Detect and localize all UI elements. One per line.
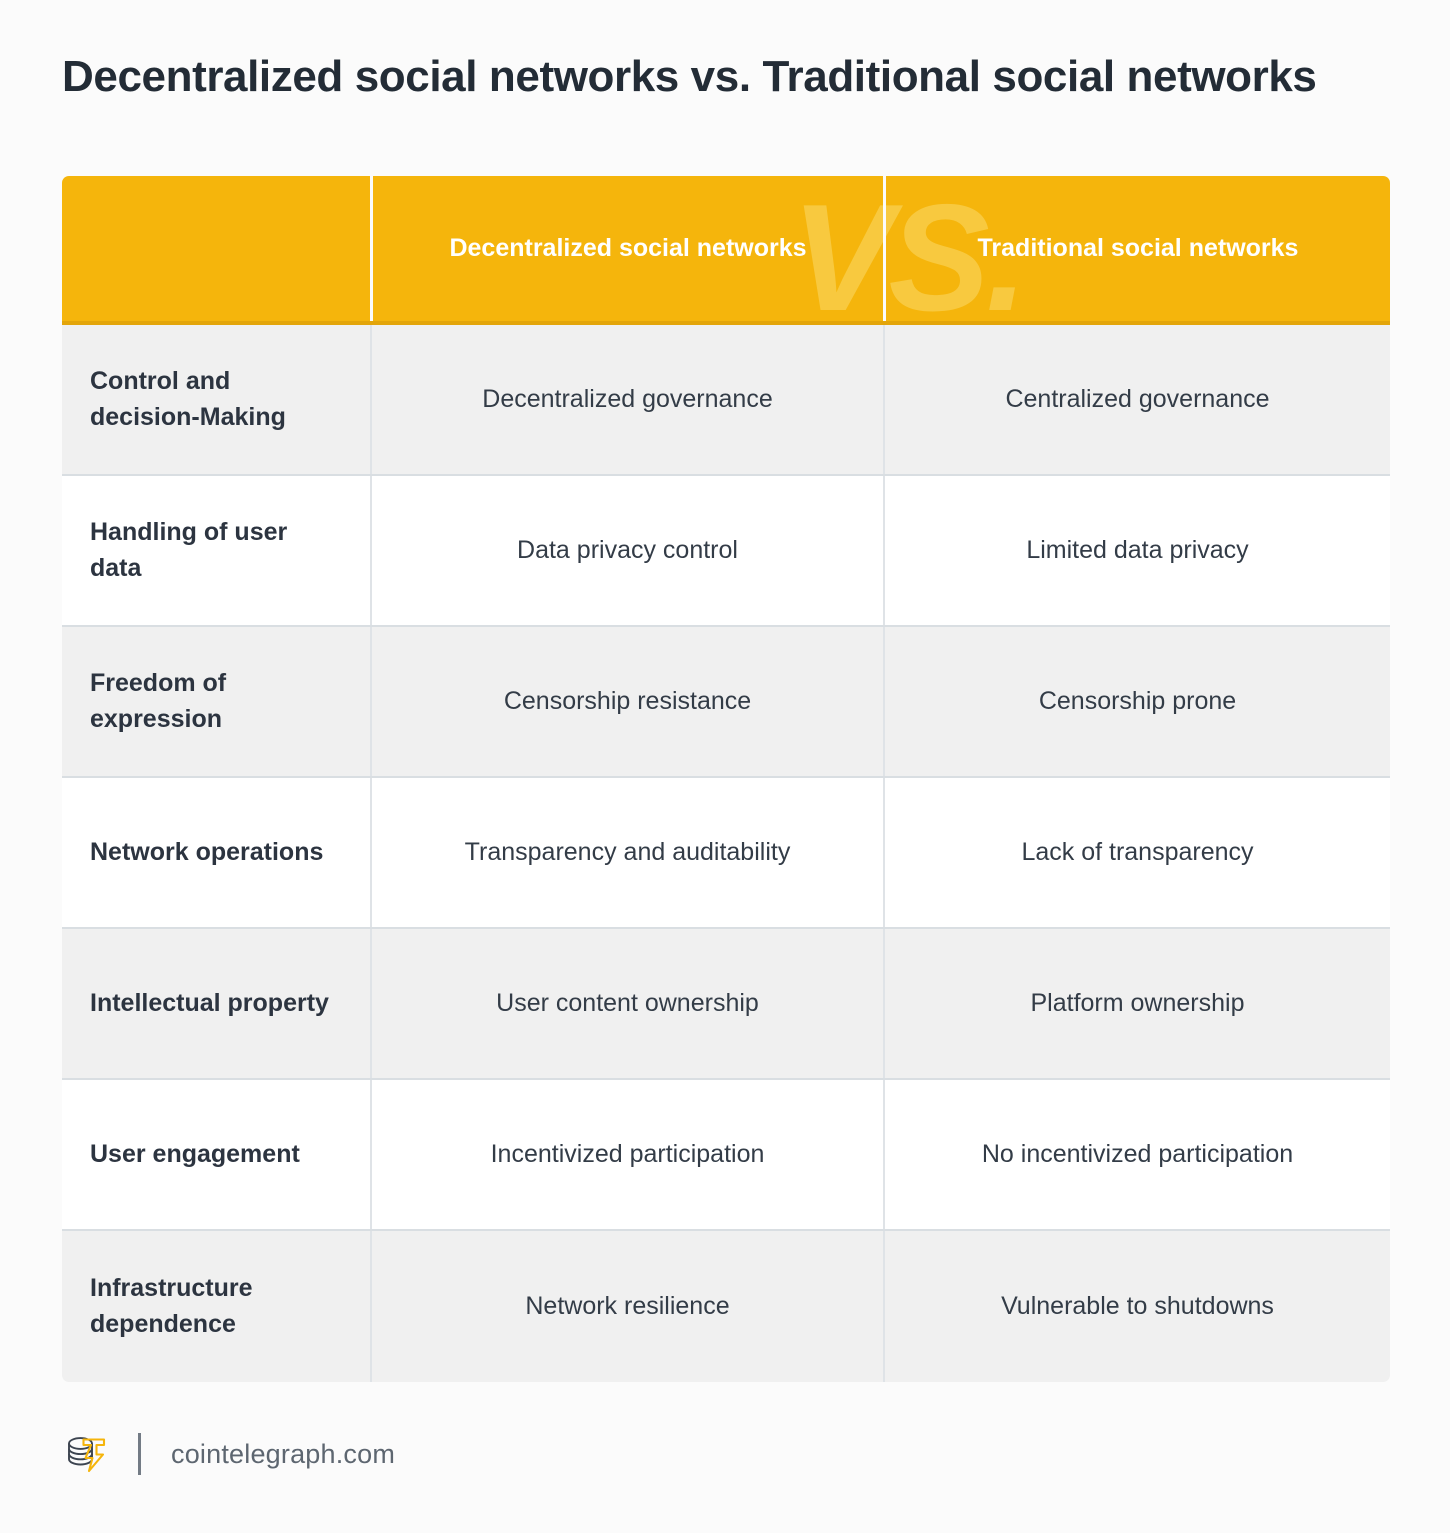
table-header-traditional: Traditional social networks	[883, 176, 1390, 321]
row-label: Network operations	[90, 837, 324, 866]
table-row: Handling of user data Data privacy contr…	[62, 476, 1390, 627]
table-header-row: VS. Decentralized social networks Tradit…	[62, 176, 1390, 325]
row-value-decentralized: Data privacy control	[370, 476, 883, 625]
row-label: Freedom of expression	[90, 669, 227, 733]
row-value-decentralized: Censorship resistance	[370, 627, 883, 776]
table-header-decentralized: Decentralized social networks	[370, 176, 883, 321]
row-label: Control and decision-Making	[90, 367, 286, 431]
table-row: Infrastructure dependence Network resili…	[62, 1231, 1390, 1382]
row-value-decentralized: User content ownership	[370, 929, 883, 1078]
cointelegraph-coin-stack-logo-icon	[68, 1437, 106, 1473]
row-value-decentralized: Incentivized participation	[370, 1080, 883, 1229]
table-row: User engagement Incentivized participati…	[62, 1080, 1390, 1231]
footer-divider	[138, 1433, 141, 1475]
row-value-traditional: Lack of transparency	[883, 778, 1390, 927]
table-row: Network operations Transparency and audi…	[62, 778, 1390, 929]
page-title: Decentralized social networks vs. Tradit…	[62, 52, 1317, 101]
row-value-decentralized: Transparency and auditability	[370, 778, 883, 927]
infographic-page: Decentralized social networks vs. Tradit…	[0, 0, 1450, 1533]
table-row: Intellectual property User content owner…	[62, 929, 1390, 1080]
row-label: Intellectual property	[90, 988, 329, 1017]
comparison-table: VS. Decentralized social networks Tradit…	[62, 176, 1390, 1382]
row-value-traditional: Limited data privacy	[883, 476, 1390, 625]
row-value-decentralized: Decentralized governance	[370, 325, 883, 474]
row-value-traditional: Censorship prone	[883, 627, 1390, 776]
table-header-corner	[62, 176, 370, 321]
table-row: Control and decision-Making Decentralize…	[62, 325, 1390, 476]
row-value-traditional: No incentivized participation	[883, 1080, 1390, 1229]
footer: cointelegraph.com	[62, 1428, 395, 1480]
footer-site-label: cointelegraph.com	[171, 1438, 396, 1469]
row-label: User engagement	[90, 1139, 300, 1168]
row-value-traditional: Centralized governance	[883, 325, 1390, 474]
row-label: Handling of user data	[90, 518, 288, 582]
row-value-decentralized: Network resilience	[370, 1231, 883, 1382]
row-value-traditional: Platform ownership	[883, 929, 1390, 1078]
row-label: Infrastructure dependence	[90, 1274, 253, 1338]
row-value-traditional: Vulnerable to shutdowns	[883, 1231, 1390, 1382]
table-row: Freedom of expression Censorship resista…	[62, 627, 1390, 778]
